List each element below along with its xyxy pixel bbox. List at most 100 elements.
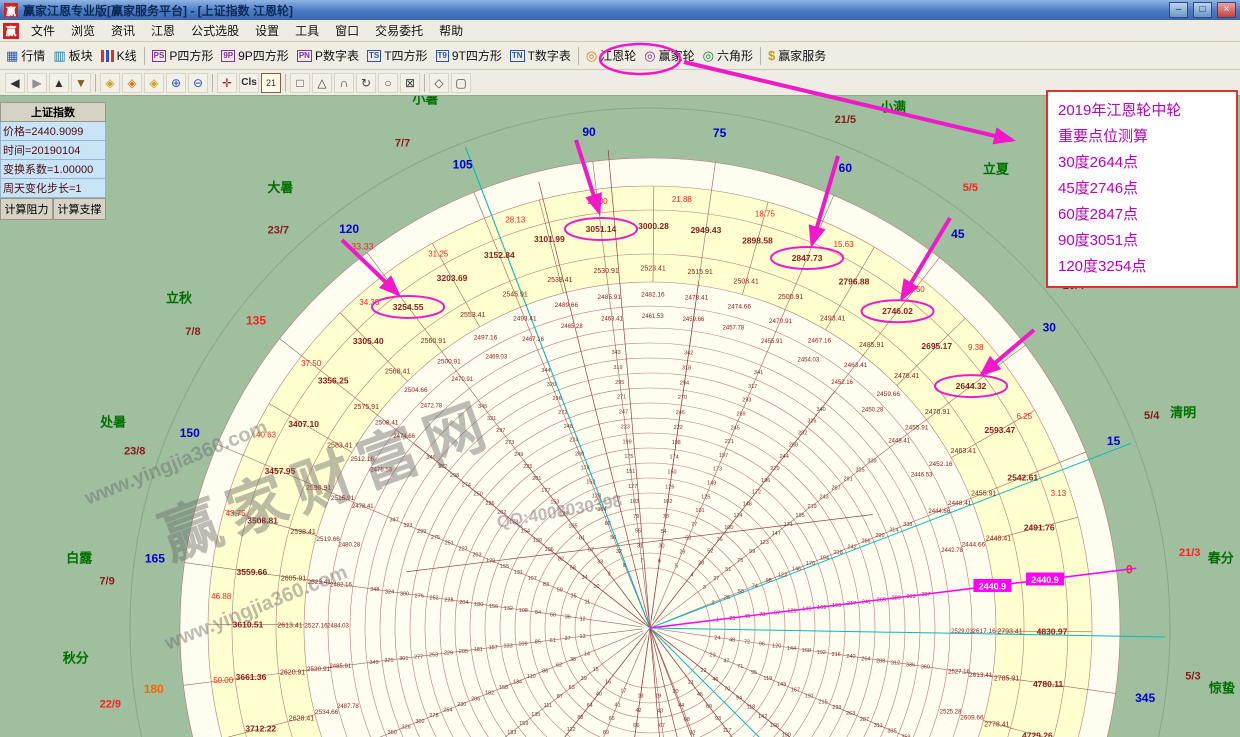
svg-text:150: 150 — [180, 426, 200, 440]
9t-square-icon: T9 — [436, 50, 449, 62]
svg-text:120: 120 — [339, 222, 359, 236]
svg-text:2695.17: 2695.17 — [921, 341, 952, 351]
svg-text:2529.03: 2529.03 — [951, 629, 973, 635]
tool-diamond-tool-3[interactable]: ◈ — [144, 73, 164, 93]
svg-text:2469.03: 2469.03 — [486, 355, 508, 361]
svg-text:45: 45 — [697, 692, 703, 698]
tool-filter[interactable]: ▼ — [71, 73, 91, 93]
svg-text:21/3: 21/3 — [1179, 547, 1200, 559]
svg-text:83: 83 — [543, 582, 549, 588]
svg-text:249: 249 — [514, 452, 523, 458]
winner-service-icon: $ — [768, 49, 775, 62]
menu-item-窗口[interactable]: 窗口 — [327, 19, 367, 42]
svg-text:292: 292 — [798, 430, 807, 436]
svg-text:230: 230 — [457, 702, 466, 708]
svg-text:23/7: 23/7 — [268, 224, 289, 236]
hexagon-label: 六角形 — [717, 47, 753, 64]
tool-delete-tool[interactable]: ⊠ — [400, 73, 420, 93]
menu-item-浏览[interactable]: 浏览 — [63, 19, 103, 42]
menu-item-资讯[interactable]: 资讯 — [103, 19, 143, 42]
svg-text:277: 277 — [414, 654, 423, 660]
tool-clear[interactable]: Cls — [239, 73, 259, 93]
tool-back[interactable]: ◀ — [5, 73, 25, 93]
tool-expand-tool[interactable]: ◇ — [429, 73, 449, 93]
menu-item-交易委托[interactable]: 交易委托 — [367, 19, 431, 42]
toolbar-p-number-table-button[interactable]: PNP数字表 — [293, 44, 363, 68]
toolbar-sectors-button[interactable]: ▥板块 — [49, 44, 96, 68]
svg-text:347: 347 — [390, 517, 399, 523]
toolbar-t-number-table-button[interactable]: TNT数字表 — [506, 44, 575, 68]
toolbar-gann-wheel-button[interactable]: ◎江恩轮 — [582, 44, 640, 68]
tool-forward[interactable]: ▶ — [27, 73, 47, 93]
maximize-button[interactable]: □ — [1193, 2, 1212, 18]
svg-text:226: 226 — [485, 501, 494, 507]
svg-text:110: 110 — [527, 674, 536, 680]
button-计算支撑[interactable]: 计算支撑 — [53, 198, 106, 220]
svg-text:5: 5 — [675, 563, 678, 569]
svg-text:350: 350 — [388, 730, 397, 736]
toolbar-hexagon-button[interactable]: ◎六角形 — [699, 44, 757, 68]
svg-text:6: 6 — [658, 559, 661, 565]
tool-zoom-out[interactable]: ⊖ — [188, 73, 208, 93]
minimize-button[interactable]: – — [1169, 2, 1188, 18]
toolbar-separator — [95, 74, 96, 92]
toolbar-winner-wheel-button[interactable]: ◎赢家轮 — [640, 44, 698, 68]
svg-text:157: 157 — [489, 645, 498, 651]
svg-text:80: 80 — [605, 521, 611, 527]
svg-text:65: 65 — [609, 716, 615, 722]
menu-item-帮助[interactable]: 帮助 — [431, 19, 471, 42]
tool-diamond-tool-1[interactable]: ◈ — [100, 73, 120, 93]
menu-item-文件[interactable]: 文件 — [23, 19, 63, 42]
svg-text:248: 248 — [564, 424, 573, 430]
menu-item-江恩[interactable]: 江恩 — [143, 19, 183, 42]
svg-text:2444.66: 2444.66 — [962, 542, 986, 549]
tool-triangle-tool[interactable]: △ — [312, 73, 332, 93]
toolbar-quotes-button[interactable]: ▦行情 — [2, 44, 49, 68]
tool-pointer[interactable]: ▲ — [49, 73, 69, 93]
toolbar-9t-square-button[interactable]: T99T四方形 — [432, 44, 506, 68]
annotation-line: 2019年江恩轮中轮 — [1058, 98, 1226, 124]
tool-rotate-tool[interactable]: ↻ — [356, 73, 376, 93]
svg-text:2461.53: 2461.53 — [642, 314, 664, 320]
svg-text:2644.32: 2644.32 — [956, 381, 987, 391]
close-button[interactable]: × — [1217, 2, 1236, 18]
tool-zoom-in[interactable]: ⊕ — [166, 73, 186, 93]
svg-text:302: 302 — [415, 719, 424, 725]
svg-text:3356.25: 3356.25 — [318, 375, 349, 385]
toolbar-t-square-button[interactable]: TST四方形 — [363, 44, 432, 68]
svg-text:288: 288 — [876, 658, 885, 664]
svg-text:218: 218 — [834, 550, 843, 556]
toolbar-kline-button[interactable]: K线 — [97, 44, 141, 68]
toolbar-p-square-button[interactable]: PSP四方形 — [148, 44, 218, 68]
menu-item-工具[interactable]: 工具 — [287, 19, 327, 42]
hexagon-icon: ◎ — [703, 49, 714, 62]
svg-text:174: 174 — [669, 455, 678, 461]
tool-calendar[interactable]: 21 — [261, 73, 281, 93]
svg-text:37: 37 — [565, 636, 571, 642]
menu-item-设置[interactable]: 设置 — [247, 19, 287, 42]
svg-text:2898.58: 2898.58 — [742, 236, 773, 246]
toolbar-winner-service-button[interactable]: $赢家服务 — [764, 44, 830, 68]
menu-item-公式选股[interactable]: 公式选股 — [183, 19, 247, 42]
tool-diamond-tool-2[interactable]: ◈ — [122, 73, 142, 93]
svg-text:155: 155 — [500, 564, 509, 570]
toolbar-9p-square-button[interactable]: 9P9P四方形 — [217, 44, 292, 68]
tool-measure[interactable]: ✛ — [217, 73, 237, 93]
button-计算阻力[interactable]: 计算阻力 — [0, 198, 53, 220]
svg-text:15.63: 15.63 — [834, 240, 855, 249]
svg-text:3305.40: 3305.40 — [353, 336, 384, 346]
svg-text:205: 205 — [459, 649, 468, 655]
tool-arc-tool[interactable]: ∩ — [334, 73, 354, 93]
svg-text:103: 103 — [630, 499, 639, 505]
svg-text:294: 294 — [680, 380, 689, 386]
svg-text:220: 220 — [770, 466, 779, 472]
tool-rect-tool[interactable]: □ — [290, 73, 310, 93]
svg-text:223: 223 — [621, 424, 630, 430]
svg-text:2613.41: 2613.41 — [277, 622, 302, 629]
svg-text:6.25: 6.25 — [1016, 412, 1032, 421]
svg-text:2455.91: 2455.91 — [905, 424, 929, 431]
svg-text:2446.53: 2446.53 — [911, 472, 933, 478]
tool-lasso-tool[interactable]: ▢ — [451, 73, 471, 93]
svg-text:2455.91: 2455.91 — [761, 339, 783, 345]
tool-circle-tool[interactable]: ○ — [378, 73, 398, 93]
